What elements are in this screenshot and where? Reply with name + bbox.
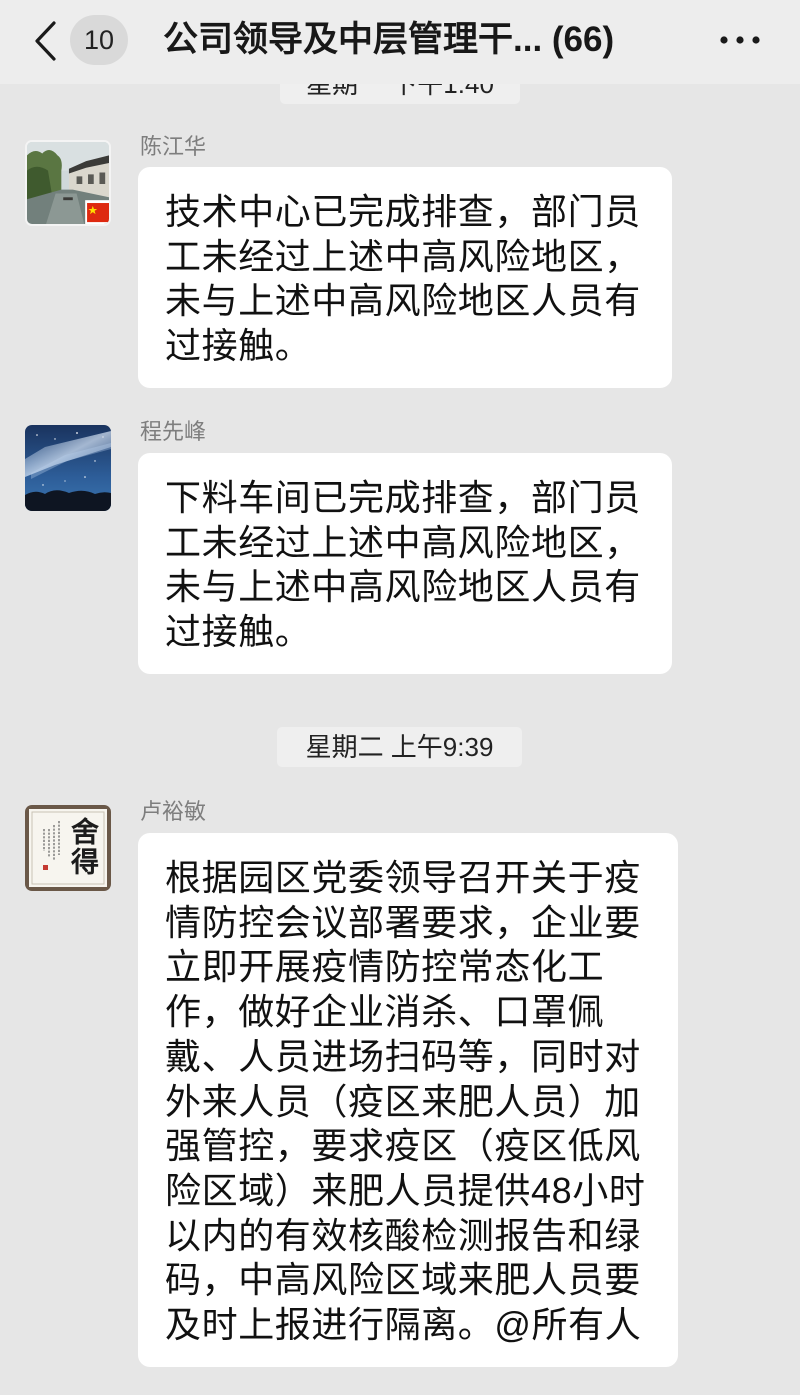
message-line: 险区域）来肥人员提供48小时 bbox=[165, 1169, 646, 1211]
message-line: 强管控，要求疫区（疫区低风 bbox=[165, 1125, 641, 1167]
message-line: 工未经过上述中高风险地区， bbox=[165, 521, 641, 563]
message-line: 过接触。 bbox=[165, 611, 312, 653]
sender-name: 陈江华 bbox=[140, 134, 207, 159]
chat-header: 10 公司领导及中层管理干... (66) bbox=[0, 0, 800, 84]
message-line: 及时上报进行隔离。@所有人 bbox=[165, 1304, 642, 1346]
avatar-cheng-xianfeng[interactable] bbox=[25, 425, 111, 511]
sender-name: 程先峰 bbox=[140, 419, 207, 444]
message-line: 码，中高风险区域来肥人员要 bbox=[165, 1259, 641, 1301]
avatar-lu-yumin[interactable]: 舍得 bbox=[25, 805, 111, 891]
unread-count-badge[interactable]: 10 bbox=[70, 15, 128, 65]
sender-name: 卢裕敏 bbox=[140, 799, 207, 824]
message-line: 立即开展疫情防控常态化工 bbox=[165, 946, 605, 988]
night-sky-photo bbox=[25, 425, 111, 511]
message-line: 情防控会议部署要求，企业要 bbox=[165, 901, 641, 943]
timestamp-divider: 星期二 上午9:39 bbox=[277, 727, 522, 767]
back-button[interactable] bbox=[32, 20, 60, 62]
message-bubble[interactable]: 根据园区党委领导召开关于疫 情防控会议部署要求，企业要 立即开展疫情防控常态化工… bbox=[138, 833, 678, 1367]
chevron-left-icon bbox=[35, 21, 56, 61]
message-line: 工未经过上述中高风险地区， bbox=[165, 235, 641, 277]
message-line: 根据园区党委领导召开关于疫 bbox=[165, 857, 641, 898]
more-dots-icon bbox=[720, 36, 760, 44]
message-bubble[interactable]: 技术中心已完成排查，部门员 工未经过上述中高风险地区， 未与上述中高风险地区人员… bbox=[138, 167, 672, 388]
message-line: 作，做好企业消杀、口罩佩 bbox=[165, 991, 605, 1033]
message-bubble[interactable]: 下料车间已完成排查，部门员 工未经过上述中高风险地区， 未与上述中高风险地区人员… bbox=[138, 453, 672, 674]
avatar-chen-jianghua[interactable] bbox=[25, 140, 111, 226]
avatar-calligraphy: 舍得 bbox=[67, 817, 98, 877]
message-line: 下料车间已完成排查，部门员 bbox=[165, 477, 641, 518]
message-line: 外来人员（疫区来肥人员）加 bbox=[165, 1080, 641, 1122]
message-line: 以内的有效核酸检测报告和绿 bbox=[165, 1214, 641, 1256]
message-line: 过接触。 bbox=[165, 325, 312, 367]
message-line: 未与上述中高风险地区人员有 bbox=[165, 280, 641, 322]
message-line: 未与上述中高风险地区人员有 bbox=[165, 566, 641, 608]
more-button[interactable] bbox=[718, 33, 762, 47]
group-title: 公司领导及中层管理干... (66) bbox=[163, 20, 615, 59]
message-line: 戴、人员进场扫码等，同时对 bbox=[165, 1035, 641, 1077]
canal-town-photo bbox=[27, 142, 109, 224]
message-line: 技术中心已完成排查，部门员 bbox=[165, 191, 641, 232]
